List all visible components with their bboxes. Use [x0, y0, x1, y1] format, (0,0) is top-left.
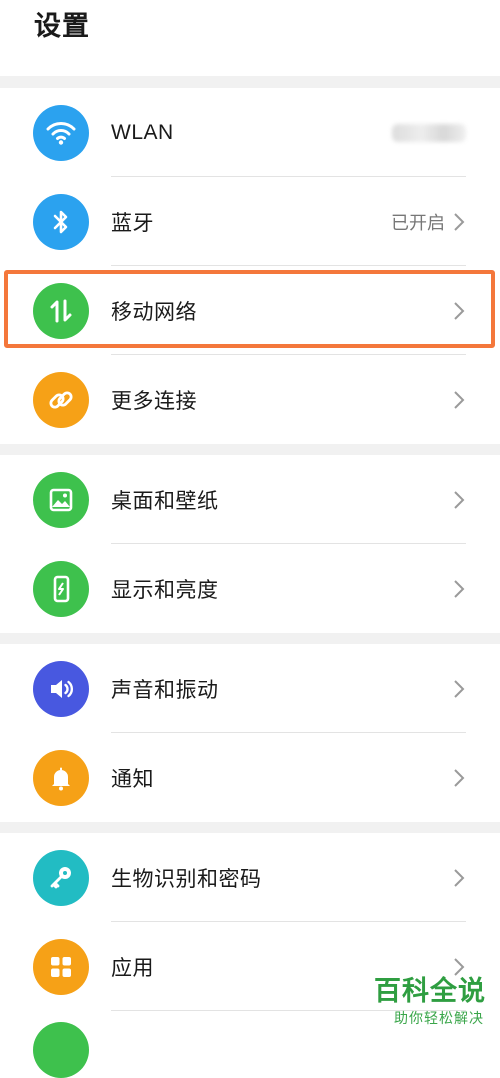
partial-next-item-icon	[33, 1022, 89, 1078]
section-gap	[0, 822, 500, 833]
settings-item-more-connections[interactable]: 更多连接	[0, 355, 500, 444]
wallpaper-icon	[33, 471, 89, 528]
apps-icon	[33, 938, 89, 995]
chevron-right-icon	[454, 679, 465, 698]
settings-item-notifications[interactable]: 通知	[0, 733, 500, 822]
chevron-right-icon	[454, 868, 465, 887]
chevron-right-icon	[454, 390, 465, 409]
page-header: 设置	[0, 0, 500, 76]
settings-item-biometrics[interactable]: 生物识别和密码	[0, 833, 500, 922]
wlan-network-name-blurred	[392, 123, 466, 142]
settings-item-label: 声音和振动	[111, 678, 219, 702]
watermark-title: 百科全说	[374, 976, 486, 1006]
settings-item-label: 更多连接	[111, 389, 197, 413]
display-icon	[33, 560, 89, 617]
bluetooth-status: 已开启	[391, 212, 445, 233]
settings-item-label: 通知	[111, 767, 154, 791]
chevron-right-icon	[454, 212, 465, 231]
settings-item-label: 蓝牙	[111, 211, 154, 235]
settings-item-label: WLAN	[111, 120, 174, 144]
highlight-box	[4, 270, 495, 348]
settings-item-label: 应用	[111, 956, 154, 980]
settings-item-label: 生物识别和密码	[111, 867, 262, 891]
watermark: 百科全说 助你轻松解决	[374, 976, 486, 1028]
page-title: 设置	[34, 11, 90, 41]
chevron-right-icon	[454, 490, 465, 509]
volume-icon	[33, 660, 89, 717]
link-icon	[33, 371, 89, 428]
chevron-right-icon	[454, 579, 465, 598]
settings-item-sound[interactable]: 声音和振动	[0, 644, 500, 733]
key-icon	[33, 849, 89, 906]
settings-item-label: 显示和亮度	[111, 578, 219, 602]
settings-item-display[interactable]: 显示和亮度	[0, 544, 500, 633]
section-gap	[0, 444, 500, 455]
bluetooth-icon	[33, 193, 89, 250]
watermark-subtitle: 助你轻松解决	[394, 1010, 484, 1026]
chevron-right-icon	[454, 768, 465, 787]
settings-item-label: 桌面和壁纸	[111, 489, 219, 513]
section-gap	[0, 76, 500, 88]
settings-item-wallpaper[interactable]: 桌面和壁纸	[0, 455, 500, 544]
wifi-icon	[33, 104, 89, 161]
chevron-right-icon	[454, 957, 465, 976]
section-gap	[0, 633, 500, 644]
settings-item-wlan[interactable]: WLAN	[0, 88, 500, 177]
settings-item-bluetooth[interactable]: 蓝牙 已开启	[0, 177, 500, 266]
bell-icon	[33, 749, 89, 806]
